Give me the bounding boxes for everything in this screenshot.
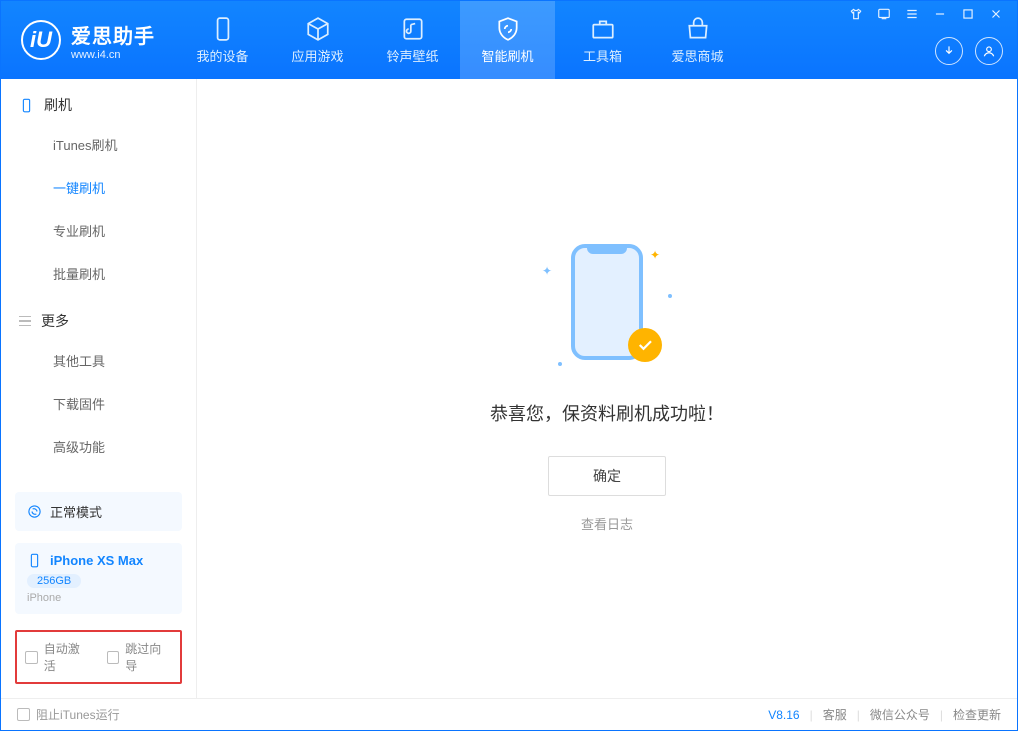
check-update-link[interactable]: 检查更新 xyxy=(953,706,1001,723)
shop-icon xyxy=(685,16,711,42)
sparkle-icon: ✦ xyxy=(650,248,660,262)
tab-toolbox[interactable]: 工具箱 xyxy=(555,1,650,79)
checkbox-icon xyxy=(25,651,38,664)
feedback-icon[interactable] xyxy=(877,7,891,21)
tab-label: 应用游戏 xyxy=(291,46,343,65)
header-right xyxy=(849,1,1017,79)
header-bar: iU 爱思助手 www.i4.cn 我的设备 应用游戏 铃声壁纸 智能刷机 xyxy=(1,1,1017,79)
cube-icon xyxy=(305,16,331,42)
status-right: V8.16 | 客服 | 微信公众号 | 检查更新 xyxy=(768,706,1001,723)
close-icon[interactable] xyxy=(989,7,1003,21)
tab-my-device[interactable]: 我的设备 xyxy=(175,1,270,79)
app-url: www.i4.cn xyxy=(71,49,155,61)
briefcase-icon xyxy=(590,16,616,42)
sidebar-item-advanced[interactable]: 高级功能 xyxy=(1,425,196,468)
sidebar-item-batch-flash[interactable]: 批量刷机 xyxy=(1,252,196,295)
sidebar-item-pro-flash[interactable]: 专业刷机 xyxy=(1,209,196,252)
check-label: 跳过向导 xyxy=(125,640,172,674)
device-box[interactable]: iPhone XS Max 256GB iPhone xyxy=(15,543,182,614)
phone-icon xyxy=(19,98,34,113)
device-name: iPhone XS Max xyxy=(50,553,143,568)
body: 刷机 iTunes刷机 一键刷机 专业刷机 批量刷机 更多 其他工具 下载固件 … xyxy=(1,79,1017,698)
checkbox-icon xyxy=(17,708,30,721)
sidebar: 刷机 iTunes刷机 一键刷机 专业刷机 批量刷机 更多 其他工具 下载固件 … xyxy=(1,79,197,698)
success-illustration: ✦ ✦ xyxy=(542,244,672,374)
mode-box[interactable]: 正常模式 xyxy=(15,492,182,531)
phone-icon xyxy=(27,553,42,568)
sparkle-icon: ✦ xyxy=(542,264,552,278)
dot-icon xyxy=(668,294,672,298)
user-icons xyxy=(935,37,1003,73)
music-note-icon xyxy=(400,16,426,42)
checkmark-badge-icon xyxy=(628,328,662,362)
shirt-icon[interactable] xyxy=(849,7,863,21)
device-icon xyxy=(210,16,236,42)
account-icon[interactable] xyxy=(975,37,1003,65)
checkbox-icon xyxy=(107,651,120,664)
tab-label: 我的设备 xyxy=(196,46,248,65)
maximize-icon[interactable] xyxy=(961,7,975,21)
mode-label: 正常模式 xyxy=(50,502,102,521)
download-icon[interactable] xyxy=(935,37,963,65)
sidebar-group-flash: 刷机 xyxy=(1,79,196,123)
tab-label: 铃声壁纸 xyxy=(386,46,438,65)
logo-text: 爱思助手 www.i4.cn xyxy=(71,20,155,61)
sidebar-item-oneclick-flash[interactable]: 一键刷机 xyxy=(1,166,196,209)
tab-label: 智能刷机 xyxy=(481,46,533,65)
check-label: 阻止iTunes运行 xyxy=(36,706,120,723)
wechat-link[interactable]: 微信公众号 xyxy=(870,706,930,723)
check-label: 自动激活 xyxy=(44,640,91,674)
app-window: iU 爱思助手 www.i4.cn 我的设备 应用游戏 铃声壁纸 智能刷机 xyxy=(0,0,1018,731)
success-message: 恭喜您，保资料刷机成功啦！ xyxy=(490,400,724,426)
app-title: 爱思助手 xyxy=(71,20,155,49)
sidebar-item-itunes-flash[interactable]: iTunes刷机 xyxy=(1,123,196,166)
tab-label: 工具箱 xyxy=(583,46,622,65)
menu-icon[interactable] xyxy=(905,7,919,21)
tab-smart-flash[interactable]: 智能刷机 xyxy=(460,1,555,79)
tab-store[interactable]: 爱思商城 xyxy=(650,1,745,79)
group-title: 刷机 xyxy=(44,95,72,115)
view-log-link[interactable]: 查看日志 xyxy=(581,514,633,533)
tab-ringtones-wallpapers[interactable]: 铃声壁纸 xyxy=(365,1,460,79)
ok-button[interactable]: 确定 xyxy=(548,456,666,496)
main-tabs: 我的设备 应用游戏 铃声壁纸 智能刷机 工具箱 爱思商城 xyxy=(175,1,745,79)
tab-label: 爱思商城 xyxy=(671,46,723,65)
highlighted-checks: 自动激活 跳过向导 xyxy=(15,630,182,684)
sidebar-item-other-tools[interactable]: 其他工具 xyxy=(1,339,196,382)
group-title: 更多 xyxy=(41,311,69,331)
logo-icon: iU xyxy=(21,20,61,60)
tab-apps-games[interactable]: 应用游戏 xyxy=(270,1,365,79)
window-controls xyxy=(849,1,1003,21)
checkbox-auto-activate[interactable]: 自动激活 xyxy=(25,640,91,674)
status-bar: 阻止iTunes运行 V8.16 | 客服 | 微信公众号 | 检查更新 xyxy=(1,698,1017,730)
device-type: iPhone xyxy=(27,592,170,604)
device-name-row: iPhone XS Max xyxy=(27,553,170,568)
sync-icon xyxy=(27,504,42,519)
dot-icon xyxy=(558,362,562,366)
logo: iU 爱思助手 www.i4.cn xyxy=(1,20,175,61)
customer-service-link[interactable]: 客服 xyxy=(823,706,847,723)
sidebar-item-download-firmware[interactable]: 下载固件 xyxy=(1,382,196,425)
device-capacity: 256GB xyxy=(27,574,81,588)
shield-refresh-icon xyxy=(495,16,521,42)
minimize-icon[interactable] xyxy=(933,7,947,21)
list-icon xyxy=(19,316,31,327)
version-label: V8.16 xyxy=(768,708,799,722)
main-content: ✦ ✦ 恭喜您，保资料刷机成功啦！ 确定 查看日志 xyxy=(197,79,1017,698)
sidebar-group-more: 更多 xyxy=(1,295,196,339)
checkbox-skip-guide[interactable]: 跳过向导 xyxy=(107,640,173,674)
checkbox-block-itunes[interactable]: 阻止iTunes运行 xyxy=(17,706,120,723)
